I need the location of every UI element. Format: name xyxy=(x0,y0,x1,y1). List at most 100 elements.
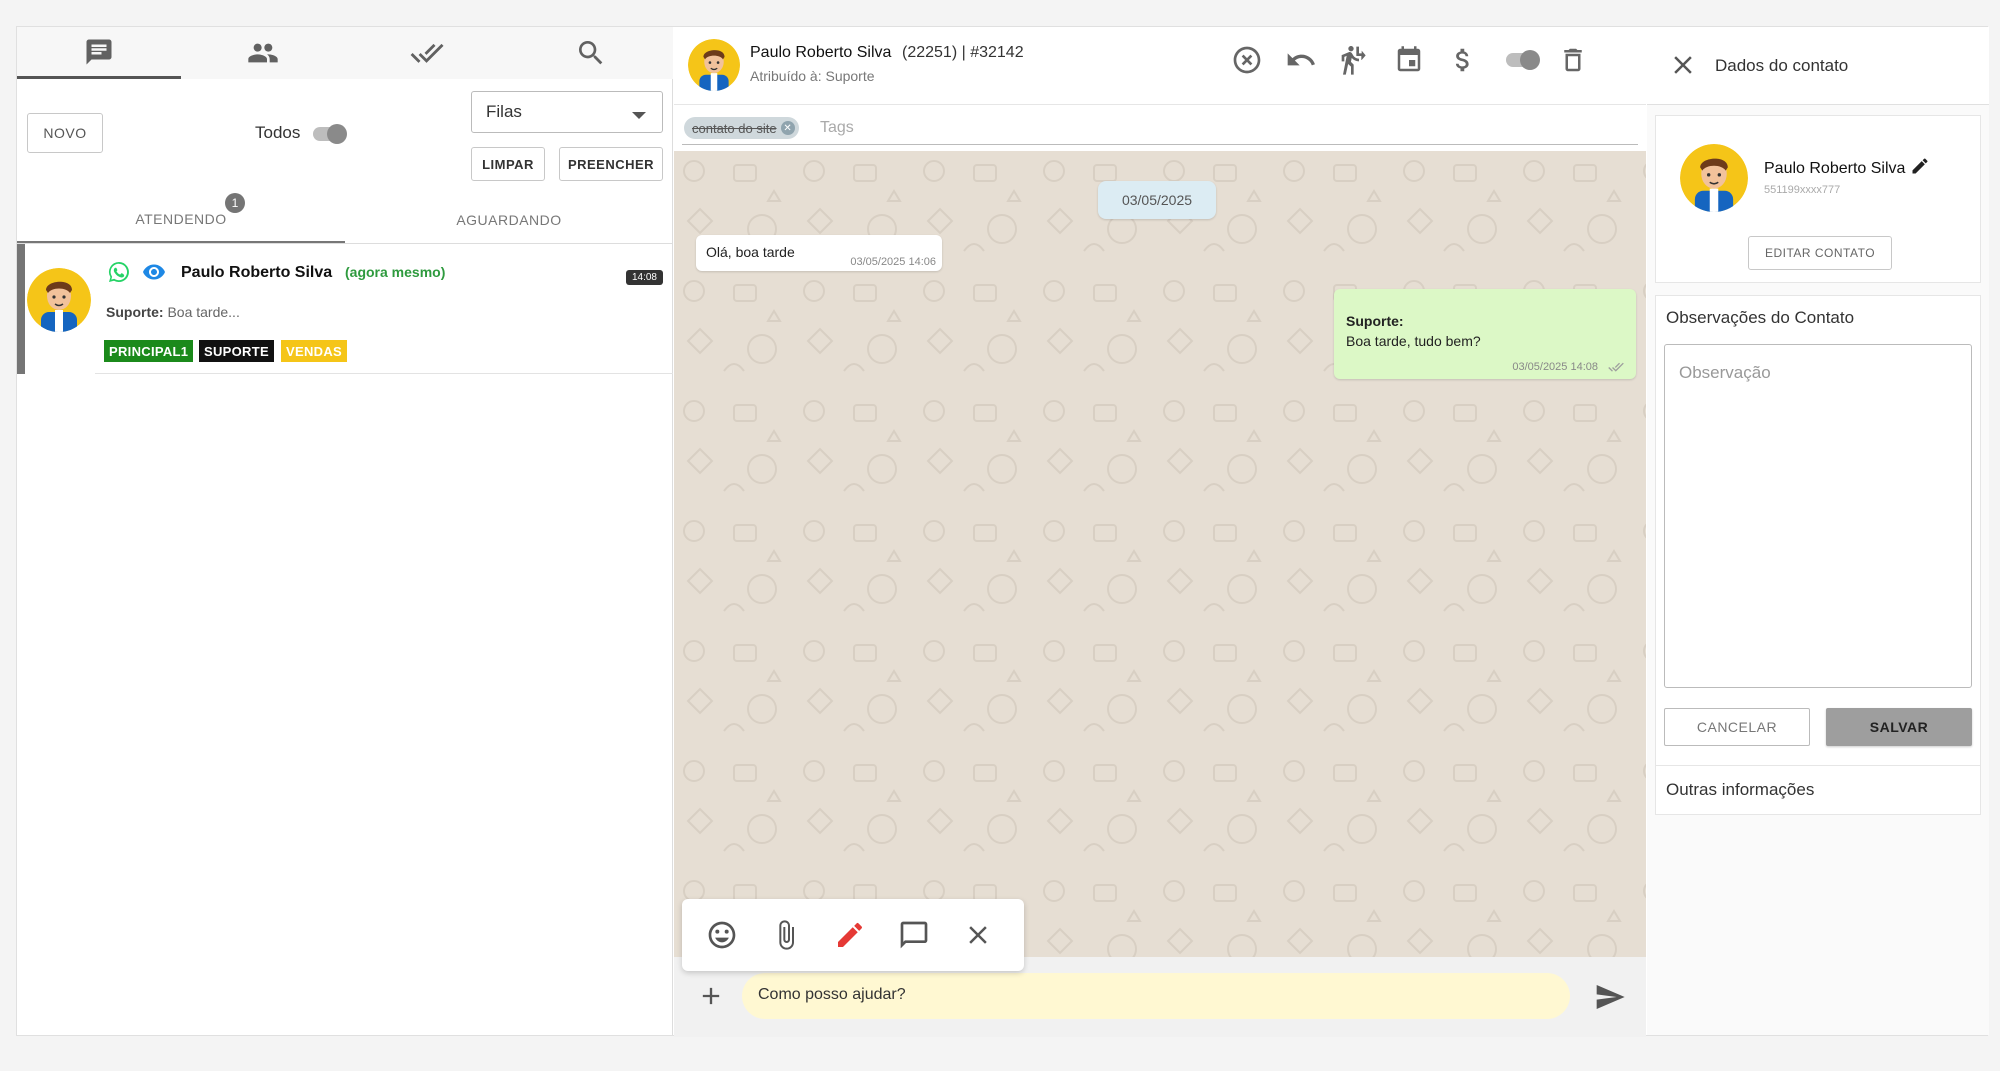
clear-button[interactable]: LIMPAR xyxy=(471,147,545,181)
chat-header: Paulo Roberto Silva (22251) | #32142 Atr… xyxy=(674,27,1646,105)
return-ticket-button[interactable] xyxy=(1284,43,1318,77)
chat-icon xyxy=(86,39,112,64)
schedule-button[interactable] xyxy=(1392,43,1426,77)
close-panel-button[interactable] xyxy=(1667,49,1699,81)
tags-placeholder: Tags xyxy=(820,119,854,136)
tab-search[interactable] xyxy=(509,27,673,79)
ticket-status-bar xyxy=(17,244,25,374)
close-toolbox-button[interactable] xyxy=(960,917,996,953)
notes-title: Observações do Contato xyxy=(1666,308,1855,327)
ticket-divider xyxy=(95,373,673,374)
eye-icon[interactable] xyxy=(139,260,169,284)
whatsapp-icon xyxy=(109,262,129,282)
new-ticket-button[interactable]: NOVO xyxy=(27,113,103,153)
edit-contact-button[interactable]: EDITAR CONTATO xyxy=(1748,236,1892,270)
cancel-button[interactable]: CANCELAR xyxy=(1664,708,1810,746)
finance-button[interactable] xyxy=(1446,43,1480,77)
queues-select[interactable]: Filas xyxy=(471,91,663,133)
send-icon xyxy=(1596,985,1625,1009)
ticket-preview-text: Boa tarde... xyxy=(167,304,240,320)
chat-contact-ids: (22251) | #32142 xyxy=(902,44,1024,61)
other-info-section[interactable]: Outras informações xyxy=(1655,765,1981,815)
tickets-tabbar xyxy=(17,27,673,79)
tab-closed[interactable] xyxy=(345,27,509,79)
message-incoming[interactable]: Olá, boa tarde 03/05/2025 14:06 xyxy=(696,235,942,271)
chat-avatar[interactable] xyxy=(688,39,740,91)
messages-area[interactable]: 03/05/2025 Olá, boa tarde 03/05/2025 14:… xyxy=(674,151,1646,957)
tag-vendas: VENDAS xyxy=(281,340,347,362)
contact-card: Paulo Roberto Silva 551199xxxx777 EDITAR… xyxy=(1655,115,1981,283)
close-icon[interactable]: ✕ xyxy=(780,121,795,135)
add-button[interactable] xyxy=(694,979,728,1013)
paperclip-icon xyxy=(779,920,794,950)
calendar-icon xyxy=(1397,46,1421,72)
attach-button[interactable] xyxy=(768,917,804,953)
close-circle-icon xyxy=(1233,46,1261,74)
chat-assigned: Atribuído à: Suporte xyxy=(750,68,875,84)
dollar-icon xyxy=(1455,48,1469,72)
avatar xyxy=(27,268,91,332)
bot-toggle[interactable] xyxy=(1504,43,1540,77)
tag-chip-label: contato do site xyxy=(692,120,777,136)
other-info-label: Outras informações xyxy=(1666,780,1815,799)
message-text: Olá, boa tarde xyxy=(706,244,795,260)
ticket-item[interactable]: Paulo Roberto Silva (agora mesmo) 14:08 … xyxy=(17,244,673,374)
chat-panel: Paulo Roberto Silva (22251) | #32142 Atr… xyxy=(674,27,1646,1037)
app-frame: NOVO Todos Filas LIMPAR PREENCHER ATENDE… xyxy=(16,26,1989,1037)
message-time: 03/05/2025 14:08 xyxy=(1512,361,1598,373)
ticket-preview: Suporte: Boa tarde... xyxy=(106,304,240,320)
contact-panel-title: Dados do contato xyxy=(1715,56,1849,75)
tab-open[interactable] xyxy=(17,27,181,79)
date-separator: 03/05/2025 xyxy=(1098,181,1216,219)
message-input[interactable]: Como posso ajudar? xyxy=(742,973,1570,1019)
undo-icon xyxy=(1287,53,1315,66)
group-icon xyxy=(248,43,278,63)
queues-select-value: Filas xyxy=(486,102,522,121)
contact-number: 551199xxxx777 xyxy=(1764,184,1841,196)
toggle-icon xyxy=(1506,50,1540,70)
notes-textarea[interactable]: Observação xyxy=(1664,344,1972,688)
message-outgoing[interactable]: Suporte: Boa tarde, tudo bem? 03/05/2025… xyxy=(1334,289,1636,379)
quick-reply-button[interactable] xyxy=(896,917,932,953)
tag-chip[interactable]: contato do site ✕ xyxy=(684,117,799,139)
send-button[interactable] xyxy=(1592,979,1628,1015)
contact-avatar xyxy=(1680,144,1748,212)
todos-toggle[interactable] xyxy=(313,124,347,144)
ticket-contact-name: Paulo Roberto Silva xyxy=(181,264,333,281)
subtab-waiting[interactable]: AGUARDANDO xyxy=(345,197,673,243)
close-ticket-button[interactable] xyxy=(1230,43,1264,77)
done-all-icon xyxy=(1608,362,1624,372)
tags-input[interactable]: contato do site ✕ Tags xyxy=(682,113,1638,145)
transfer-button[interactable] xyxy=(1338,43,1372,77)
ticket-time: 14:08 xyxy=(625,270,663,285)
message-icon xyxy=(900,921,928,949)
chevron-down-icon xyxy=(632,112,646,119)
composer-toolbox xyxy=(682,899,1024,971)
close-icon xyxy=(1674,56,1692,74)
contact-panel: Dados do contato Paulo Roberto Silva 551… xyxy=(1647,27,1989,1035)
delete-button[interactable] xyxy=(1556,43,1590,77)
close-icon xyxy=(969,926,987,944)
search-icon xyxy=(579,41,603,65)
fill-button[interactable]: PREENCHER xyxy=(559,147,663,181)
tickets-panel: NOVO Todos Filas LIMPAR PREENCHER ATENDE… xyxy=(17,27,673,1035)
message-text: Boa tarde, tudo bem? xyxy=(1346,333,1481,349)
pencil-icon[interactable] xyxy=(1910,156,1930,176)
attending-count-badge: 1 xyxy=(225,193,245,213)
tag-principal1: PRINCIPAL1 xyxy=(104,340,194,362)
chat-contact-name[interactable]: Paulo Roberto Silva xyxy=(750,44,891,62)
todos-label: Todos xyxy=(255,123,301,142)
contact-panel-header: Dados do contato xyxy=(1647,27,1989,105)
subtab-attending[interactable]: ATENDENDO xyxy=(17,197,345,243)
emoji-button[interactable] xyxy=(704,917,740,953)
save-button[interactable]: SALVAR xyxy=(1826,708,1972,746)
transfer-icon xyxy=(1341,46,1366,75)
contact-notes-card: Observações do Contato Observação CANCEL… xyxy=(1655,295,1981,767)
done-all-icon xyxy=(410,43,444,63)
signature-button[interactable] xyxy=(832,917,868,953)
wallpaper-pattern xyxy=(674,151,1646,957)
message-sender: Suporte: xyxy=(1346,313,1404,329)
plus-icon xyxy=(702,987,720,1005)
tab-groups[interactable] xyxy=(181,27,345,79)
contact-name: Paulo Roberto Silva xyxy=(1764,160,1906,177)
